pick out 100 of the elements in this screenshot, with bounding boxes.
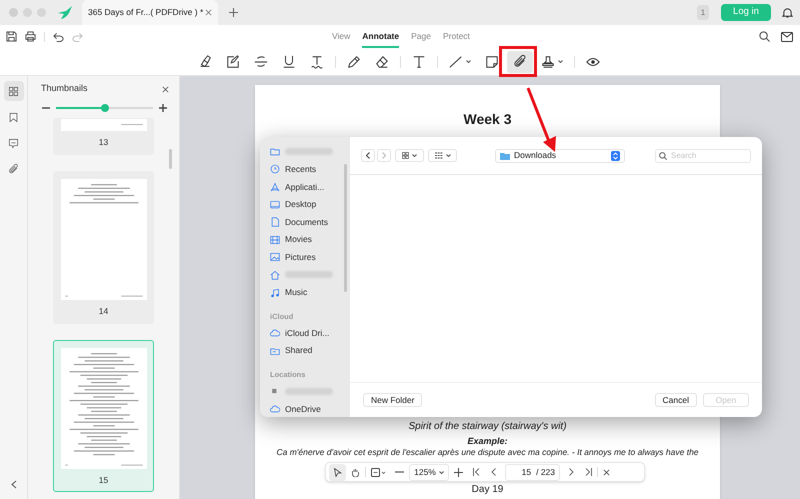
zoom-dropdown[interactable]: 125% <box>409 464 449 480</box>
underline-icon <box>282 54 296 68</box>
folder-icon <box>500 152 510 160</box>
grid-icon <box>402 152 409 159</box>
dialog-button[interactable]: New Folder <box>363 393 422 407</box>
view-mode-button[interactable] <box>395 149 424 162</box>
strikethrough-icon <box>254 54 268 68</box>
cloud-icon <box>270 404 280 414</box>
dialog-button[interactable]: Cancel <box>654 393 697 407</box>
highlighter-icon <box>198 54 212 68</box>
translation-text: Spirit of the stairway (stairway's wit) <box>408 421 567 433</box>
text-icon <box>412 54 426 68</box>
mode-tab[interactable]: Protect <box>442 25 470 48</box>
home-icon <box>270 270 280 280</box>
mode-tab[interactable]: Page <box>411 25 431 48</box>
sidebar-item[interactable]: Movies <box>285 233 312 246</box>
save-icon[interactable] <box>6 31 17 42</box>
page-number: 13 <box>98 136 108 149</box>
sidebar-item[interactable]: Pictures <box>285 250 316 264</box>
cursor-icon <box>334 468 342 476</box>
squiggly-text-icon <box>310 54 324 68</box>
next-page-icon[interactable] <box>569 468 574 476</box>
caret-icon <box>438 470 444 474</box>
page-number: 14 <box>98 304 108 318</box>
document-icon <box>270 217 280 228</box>
zoom-in-icon[interactable] <box>454 468 463 476</box>
example-sentence: Ca m'énerve d'avoir cet esprit de l'escalier après une dispute avec ma copine. - It annoys me to always have the <box>276 447 699 458</box>
folder-popup[interactable]: Downloads <box>495 148 625 162</box>
updown-icon <box>611 150 620 160</box>
sidebar-item[interactable]: Documents <box>285 216 328 229</box>
page-footer: Day 19 <box>472 485 504 495</box>
sidebar-tab[interactable] <box>4 81 24 101</box>
bell-icon[interactable] <box>782 6 793 18</box>
bird-logo-icon <box>57 6 73 20</box>
cloud-icon <box>270 328 280 338</box>
film-icon <box>270 234 280 245</box>
page-number: 15 <box>98 474 108 486</box>
desktop-icon <box>270 200 280 210</box>
search-icon[interactable] <box>759 31 770 42</box>
sidebar-item[interactable]: OneDrive <box>285 402 321 416</box>
page-heading: Week 3 <box>464 110 512 129</box>
close-icon[interactable] <box>162 86 169 92</box>
sidebar-item[interactable]: Recents <box>285 163 316 176</box>
caret-icon <box>446 154 450 157</box>
caret-icon <box>412 154 417 157</box>
thumbnails-icon <box>8 86 19 96</box>
undo-icon[interactable] <box>53 32 64 42</box>
page-thumbnail[interactable]: 15 <box>53 340 154 492</box>
pencil-icon <box>347 54 361 68</box>
highlight-frame <box>499 46 537 77</box>
photo-icon <box>270 252 280 262</box>
scrollbar[interactable] <box>344 164 347 292</box>
apps-icon <box>270 182 280 192</box>
search-field[interactable]: Search <box>655 148 751 162</box>
close-icon[interactable] <box>205 9 212 16</box>
close-icon[interactable] <box>603 468 610 476</box>
print-icon[interactable] <box>25 31 36 42</box>
mode-tab[interactable]: View <box>332 25 350 48</box>
example-label: Example: <box>467 436 508 447</box>
sidebar-item[interactable]: iCloud Dri... <box>285 326 330 340</box>
last-page-icon[interactable] <box>585 468 592 476</box>
page-number-field[interactable]: 15 / 223 <box>505 464 560 480</box>
sidebar-item[interactable]: Applicati... <box>285 180 324 194</box>
previous-page-icon[interactable] <box>491 468 496 476</box>
scrollbar[interactable] <box>169 149 172 169</box>
document-tab[interactable]: 365 Days of Fr...( PDFDrive ) * <box>82 0 218 25</box>
page-total: / 223 <box>536 466 555 478</box>
add-tab-icon[interactable] <box>229 8 238 17</box>
slider-thumb[interactable] <box>100 104 108 112</box>
shared-folder-icon <box>270 346 280 356</box>
tool-button[interactable] <box>507 50 533 72</box>
edit-box-icon <box>226 54 240 68</box>
page-thumbnail[interactable]: 14 <box>53 170 154 324</box>
collapse-icon[interactable] <box>10 480 16 489</box>
group-button[interactable] <box>428 149 457 162</box>
paperclip-icon <box>8 164 19 174</box>
mail-icon[interactable] <box>781 32 793 42</box>
clock-icon <box>270 164 280 174</box>
stamp-icon <box>541 54 555 68</box>
caret-icon <box>558 60 563 63</box>
sidebar-item[interactable]: Music <box>285 286 308 299</box>
caret-icon <box>466 60 471 63</box>
sticky-note-icon <box>485 54 499 68</box>
page-thumbnail[interactable]: 13 <box>53 118 154 155</box>
folder-icon <box>270 146 280 157</box>
select-tool-button[interactable] <box>329 464 346 480</box>
bookmark-icon <box>8 112 19 122</box>
back-icon <box>366 152 370 159</box>
forward-icon <box>382 152 386 159</box>
line-icon <box>449 54 463 68</box>
zoom-in-icon[interactable] <box>159 104 167 112</box>
page-layout-icon[interactable] <box>371 468 386 476</box>
first-page-icon[interactable] <box>473 468 480 476</box>
back-button[interactable] <box>361 149 375 162</box>
sidebar-item[interactable]: Shared <box>285 344 312 358</box>
comment-icon <box>8 138 19 148</box>
sidebar-item[interactable]: Desktop <box>285 198 316 211</box>
group-icon <box>434 152 442 159</box>
hand-icon[interactable] <box>351 468 360 476</box>
search-icon <box>659 152 667 160</box>
